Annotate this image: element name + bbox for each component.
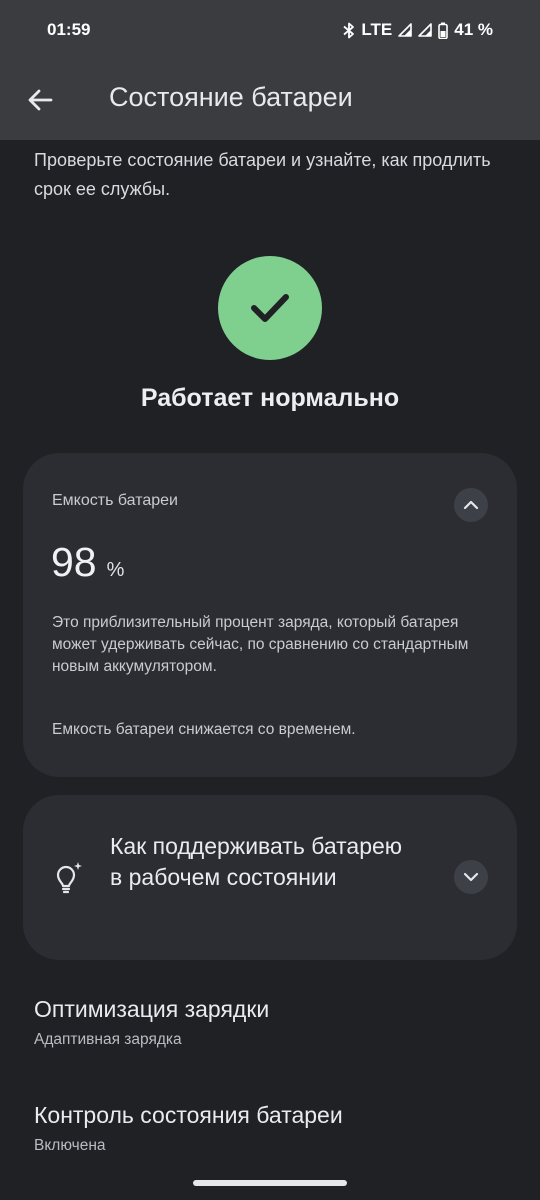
item-title: Оптимизация зарядки	[34, 996, 270, 1022]
status-bar: 01:59 LTE 41 %	[0, 0, 540, 60]
home-indicator[interactable]	[193, 1180, 347, 1186]
app-bar: Состояние батареи	[0, 60, 540, 140]
chevron-down-icon	[463, 872, 479, 882]
page-title: Состояние батареи	[109, 82, 353, 112]
arrow-back-icon	[28, 89, 53, 111]
capacity-unit: %	[106, 559, 125, 581]
capacity-readout: 98 %	[51, 539, 124, 586]
battery-health-monitor-item[interactable]: Контроль состояния батареи Включена	[34, 1102, 514, 1155]
expand-button[interactable]	[454, 860, 488, 894]
signal-icon-2	[418, 23, 433, 37]
clock: 01:59	[47, 20, 91, 39]
item-title: Контроль состояния батареи	[34, 1102, 343, 1128]
page-description: Проверьте состояние батареи и узнайте, к…	[34, 150, 491, 199]
status-icons: LTE 41 %	[343, 20, 493, 40]
tips-title: Как поддерживать батарею в рабочем состо…	[110, 833, 403, 890]
capacity-value: 98	[51, 539, 97, 585]
chevron-up-icon	[463, 500, 479, 510]
battery-icon	[438, 22, 449, 39]
collapse-button[interactable]	[454, 488, 488, 522]
battery-capacity-card: Емкость батареи 98 % Это приблизительный…	[23, 453, 517, 777]
lightbulb-icon	[56, 862, 82, 894]
health-status-text: Работает нормально	[140, 384, 400, 412]
back-button[interactable]	[24, 84, 56, 116]
health-status-badge	[218, 256, 322, 360]
capacity-explanation: Это приблизительный процент заряда, кото…	[52, 614, 469, 675]
battery-percent: 41 %	[454, 20, 493, 39]
capacity-note: Емкость батареи снижается со временем.	[52, 721, 356, 738]
bluetooth-icon	[343, 22, 355, 38]
battery-tips-card[interactable]: Как поддерживать батарею в рабочем состо…	[23, 795, 517, 960]
signal-icon	[398, 23, 413, 37]
item-subtitle: Адаптивная зарядка	[34, 1031, 182, 1048]
charging-optimization-item[interactable]: Оптимизация зарядки Адаптивная зарядка	[34, 996, 514, 1049]
item-subtitle: Включена	[34, 1137, 106, 1154]
network-type: LTE	[361, 20, 393, 39]
checkmark-icon	[251, 294, 289, 322]
capacity-label: Емкость батареи	[52, 492, 178, 509]
